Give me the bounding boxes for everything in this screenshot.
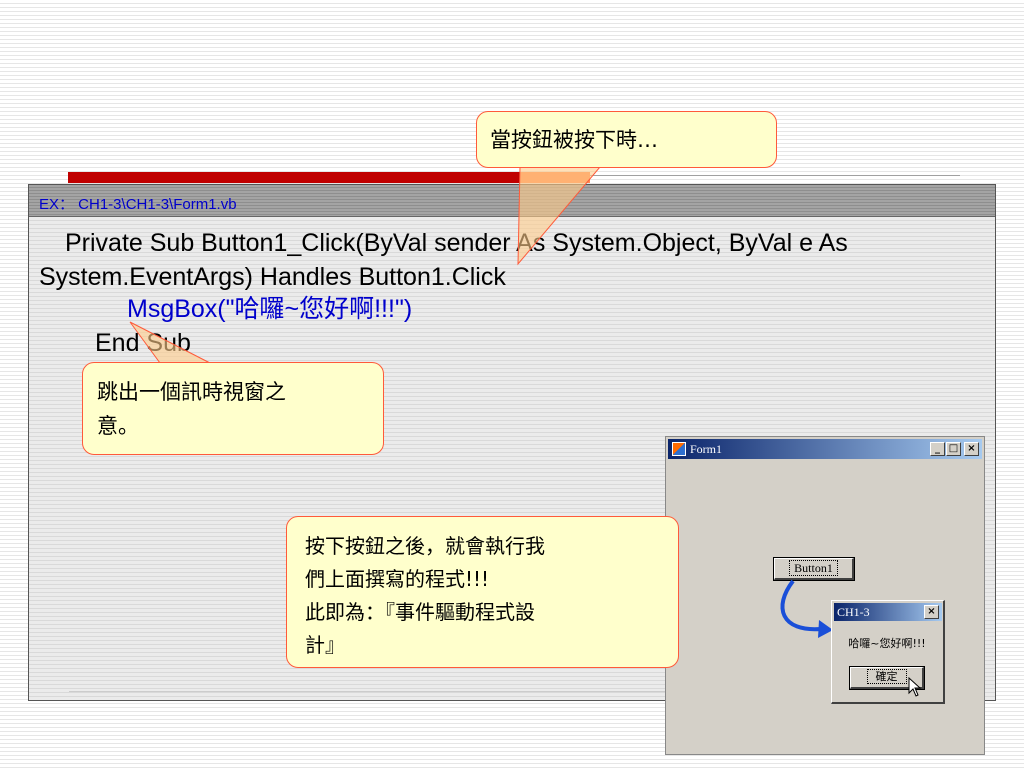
code-line-3: MsgBox("哈囉~您好啊!!!") bbox=[127, 295, 413, 323]
code-line-2: System.EventArgs) Handles Button1.Click bbox=[39, 263, 506, 291]
msgbox-close-button[interactable]: × bbox=[924, 605, 939, 619]
msgbox-dialog: CH1-3 × 哈囉~您好啊!!! 確定 bbox=[831, 600, 945, 704]
callout-left-line-2: 意。 bbox=[97, 414, 139, 438]
callout-left-line-1: 跳出一個訊時視窗之 bbox=[97, 380, 286, 404]
callout-button-pressed: 當按鈕被按下時… bbox=[476, 111, 777, 168]
callout-bottom-line-3: 此即為：『事件驅動程式設 bbox=[305, 600, 535, 624]
callout-bottom-line-4: 計』 bbox=[305, 633, 345, 657]
button1-label: Button1 bbox=[789, 560, 838, 576]
form1-titlebar: Form1 _ □ × bbox=[668, 439, 982, 459]
code-panel-header: EX： CH1-3\CH1-3\Form1.vb bbox=[29, 185, 995, 217]
ok-button-label: 確定 bbox=[866, 669, 907, 684]
code-line-1: Private Sub Button1_Click(ByVal sender A… bbox=[65, 229, 848, 257]
decorative-orange-bar bbox=[520, 172, 590, 183]
panel-divider bbox=[69, 691, 699, 692]
form1-title: Form1 bbox=[690, 442, 723, 456]
msgbox-title: CH1-3 bbox=[837, 605, 870, 619]
cursor-icon bbox=[908, 677, 922, 697]
callout-bottom-line-1: 按下按鈕之後，就會執行我 bbox=[305, 534, 545, 558]
form1-window: Form1 _ □ × Button1 CH1-3 × 哈囉~您好啊!!! 確定 bbox=[665, 436, 985, 755]
code-file-path: EX： CH1-3\CH1-3\Form1.vb bbox=[39, 196, 237, 213]
msgbox-message: 哈囉~您好啊!!! bbox=[848, 637, 926, 650]
maximize-button[interactable]: □ bbox=[946, 442, 961, 456]
callout-msgbox-meaning: 跳出一個訊時視窗之 意。 bbox=[82, 362, 384, 455]
callout-event-driven: 按下按鈕之後，就會執行我 們上面撰寫的程式!!! 此即為：『事件驅動程式設 計』 bbox=[286, 516, 679, 668]
close-button[interactable]: × bbox=[964, 442, 979, 456]
code-line-4: End Sub bbox=[95, 329, 191, 357]
callout-top-text: 當按鈕被按下時… bbox=[490, 128, 658, 152]
minimize-button[interactable]: _ bbox=[930, 442, 945, 456]
msgbox-titlebar: CH1-3 × bbox=[834, 603, 942, 621]
decorative-red-bar bbox=[68, 172, 588, 183]
form-app-icon bbox=[672, 442, 686, 456]
callout-bottom-line-2: 們上面撰寫的程式!!! bbox=[305, 567, 490, 591]
